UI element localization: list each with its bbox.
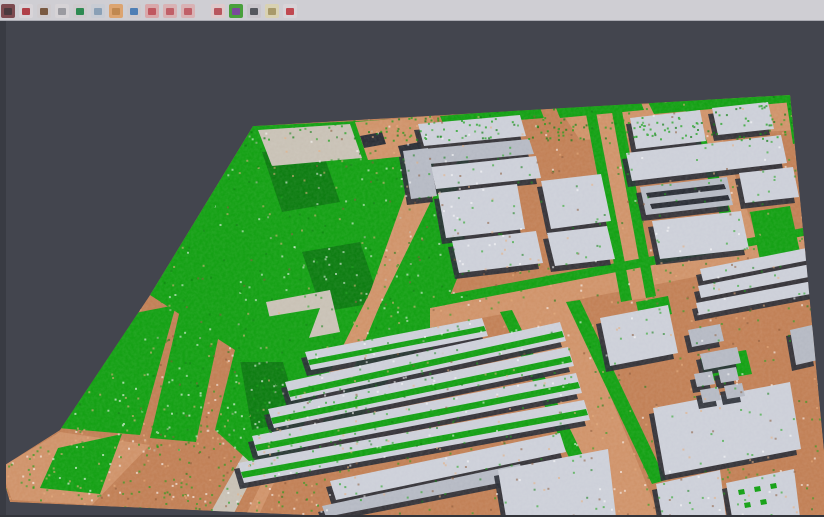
target-circle-icon[interactable]: [163, 4, 177, 18]
ortho-square-icon-glyph: [112, 8, 120, 15]
mottle-texture: [0, 0, 824, 517]
terrain-brown-icon[interactable]: [37, 4, 51, 18]
clipped-left-icon-glyph: [4, 8, 12, 15]
align-points-icon-glyph: [22, 8, 30, 15]
toolbar: [0, 0, 824, 21]
crop-brackets-icon[interactable]: [181, 4, 195, 18]
terrain-green-icon[interactable]: [73, 4, 87, 18]
sphere-icon-glyph: [250, 8, 258, 15]
globe-icon[interactable]: [127, 4, 141, 18]
point-cloud-icon-glyph: [58, 8, 66, 15]
point-cloud-icon[interactable]: [55, 4, 69, 18]
table-tan-icon-glyph: [268, 8, 276, 15]
transparency-icon[interactable]: [211, 4, 225, 18]
classification-icon[interactable]: [229, 4, 243, 18]
classification-icon-glyph: [232, 8, 240, 15]
sphere-icon[interactable]: [247, 4, 261, 18]
app-window: [0, 0, 824, 517]
profile-column-icon-glyph: [94, 8, 102, 15]
profile-column-icon[interactable]: [91, 4, 105, 18]
transparency-icon-glyph: [214, 8, 222, 15]
window-border-left: [0, 0, 6, 517]
target-circle-icon-glyph: [166, 8, 174, 15]
align-points-icon[interactable]: [19, 4, 33, 18]
globe-icon-glyph: [130, 8, 138, 15]
layers-red-icon-glyph: [148, 8, 156, 15]
terrain-green-icon-glyph: [76, 8, 84, 15]
crop-brackets-icon-glyph: [184, 8, 192, 15]
table-tan-icon[interactable]: [265, 4, 279, 18]
clipped-left-icon[interactable]: [1, 4, 15, 18]
measure-red-icon[interactable]: [283, 4, 297, 18]
terrain-point-cloud: [0, 0, 824, 517]
measure-red-icon-glyph: [286, 8, 294, 15]
terrain-brown-icon-glyph: [40, 8, 48, 15]
layers-red-icon[interactable]: [145, 4, 159, 18]
ortho-square-icon[interactable]: [109, 4, 123, 18]
viewport-3d[interactable]: [0, 0, 824, 517]
